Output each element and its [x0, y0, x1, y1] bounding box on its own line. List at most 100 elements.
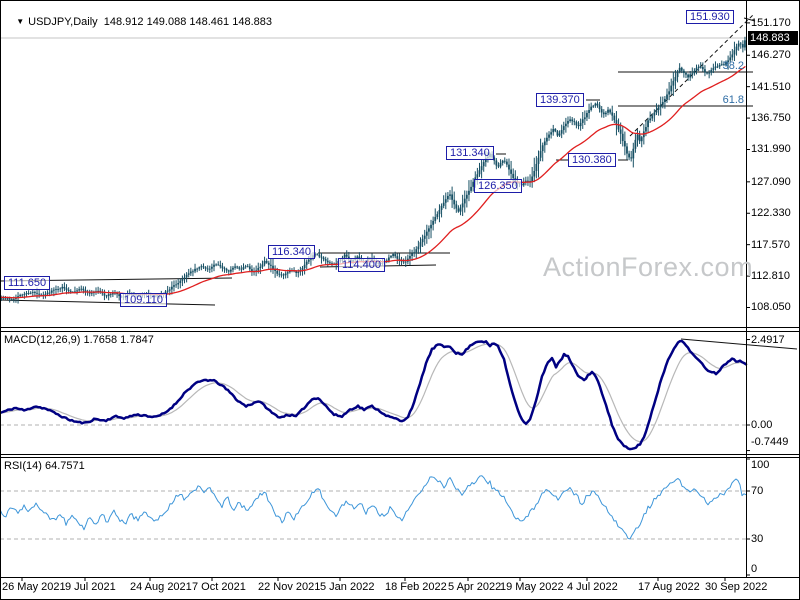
- price-bar-body: [248, 266, 251, 270]
- date-label: 9 Jul 2021: [65, 581, 116, 593]
- price-bar-body: [36, 292, 38, 294]
- price-bar-body: [204, 267, 207, 269]
- price-bar-body: [430, 224, 432, 229]
- price-bar-body: [630, 157, 633, 159]
- price-bar-body: [67, 289, 70, 291]
- price-bar-body: [265, 260, 268, 263]
- price-bar-body: [200, 266, 203, 268]
- price-bar-body: [198, 267, 201, 269]
- price-bar-body: [185, 274, 188, 278]
- price-axis-label: 127.090: [751, 175, 791, 188]
- date-label: 19 May 2022: [500, 581, 564, 593]
- price-bar-body: [196, 268, 199, 270]
- price-bar-body: [69, 290, 72, 292]
- symbol-ohlc-text: USDJPY,Daily 148.912 149.088 148.461 148…: [28, 16, 272, 28]
- price-bar-body: [480, 166, 483, 171]
- price-axis-label: 117.570: [751, 238, 790, 251]
- price-bar-body: [21, 294, 24, 296]
- price-bar-body: [577, 125, 580, 127]
- price-bar-body: [326, 260, 329, 263]
- price-level-label: 139.370: [536, 93, 584, 108]
- price-bar-body: [571, 119, 574, 122]
- date-label: 22 Nov 2021: [258, 581, 321, 593]
- price-bar-body: [741, 44, 744, 48]
- price-bar-body: [739, 43, 742, 45]
- price-bar-body: [701, 66, 704, 70]
- price-bar-body: [442, 202, 445, 206]
- price-bar-body: [297, 271, 300, 273]
- price-bar-body: [735, 46, 738, 51]
- price-bar-body: [634, 139, 637, 149]
- price-bar-body: [596, 103, 599, 106]
- price-bar-body: [19, 294, 22, 297]
- price-bar-body: [664, 98, 666, 103]
- price-bar-body: [649, 118, 652, 121]
- price-bar-body: [166, 290, 169, 292]
- price-bar-body: [543, 141, 546, 146]
- price-bar-body: [259, 266, 262, 268]
- price-bar-body: [687, 74, 689, 78]
- price-bar-body: [413, 252, 416, 254]
- price-bar-body: [305, 261, 308, 265]
- price-bar-body: [194, 268, 196, 272]
- price-bar-body: [78, 289, 81, 291]
- price-bar-body: [428, 228, 430, 232]
- collapse-triangle-icon[interactable]: ▼: [16, 17, 24, 26]
- price-axis-label: 131.990: [751, 143, 791, 156]
- rsi-axis-label: 30: [751, 533, 764, 545]
- price-bar-body: [461, 203, 464, 208]
- price-bar-body: [189, 271, 192, 274]
- price-bar-body: [27, 293, 30, 294]
- rsi-axis-label: 100: [751, 459, 770, 471]
- price-bar-body: [636, 134, 639, 140]
- price-bar-body: [316, 254, 319, 256]
- price-bar-body: [10, 299, 13, 300]
- price-bar-body: [48, 292, 51, 294]
- rsi-axis-label: 70: [751, 485, 764, 497]
- price-bar-body: [324, 259, 327, 261]
- price-bar-body: [670, 85, 673, 92]
- fib-retracement-label: 61.8: [722, 94, 744, 106]
- price-bar-body: [12, 298, 15, 300]
- price-bar-body: [689, 74, 692, 78]
- price-bar-body: [404, 261, 407, 263]
- macd-signal-line: [0, 343, 747, 443]
- price-bar-body: [394, 254, 397, 257]
- price-bar-body: [105, 295, 108, 297]
- price-bar-body: [177, 283, 180, 285]
- price-bar-body: [590, 106, 593, 111]
- price-bar-body: [499, 162, 502, 167]
- price-bar-body: [569, 119, 571, 121]
- price-bar-body: [712, 67, 715, 70]
- price-bar-body: [415, 249, 418, 253]
- price-axis-label: 146.270: [751, 49, 791, 62]
- price-bar-body: [682, 70, 685, 73]
- price-bar-body: [280, 274, 283, 276]
- macd-axis-label: -0.7449: [751, 436, 789, 448]
- price-bar-body: [263, 260, 266, 265]
- price-bar-body: [436, 214, 439, 217]
- price-bar-body: [434, 216, 437, 221]
- price-bar-body: [546, 137, 548, 142]
- price-bar-body: [465, 194, 468, 199]
- price-bar-body: [59, 288, 62, 290]
- price-bar-body: [495, 160, 498, 166]
- price-bar-body: [440, 205, 443, 210]
- price-bar-body: [446, 195, 449, 200]
- price-bar-body: [175, 284, 177, 286]
- price-bar-body: [564, 123, 567, 127]
- rsi-line: [0, 475, 747, 540]
- price-bar-body: [548, 134, 550, 138]
- price-bar-body: [303, 264, 306, 269]
- price-bar-body: [527, 180, 529, 182]
- price-bar-body: [267, 262, 270, 265]
- macd-axis-label: 2.4917: [751, 333, 785, 346]
- price-bar-body: [638, 134, 641, 142]
- price-bar-body: [512, 173, 515, 179]
- price-bar-body: [693, 70, 696, 74]
- price-bar-body: [508, 164, 510, 170]
- price-axis-label: 136.750: [751, 112, 791, 125]
- price-bar-body: [605, 112, 607, 115]
- price-bar-body: [345, 254, 348, 257]
- price-bar-body: [706, 72, 708, 74]
